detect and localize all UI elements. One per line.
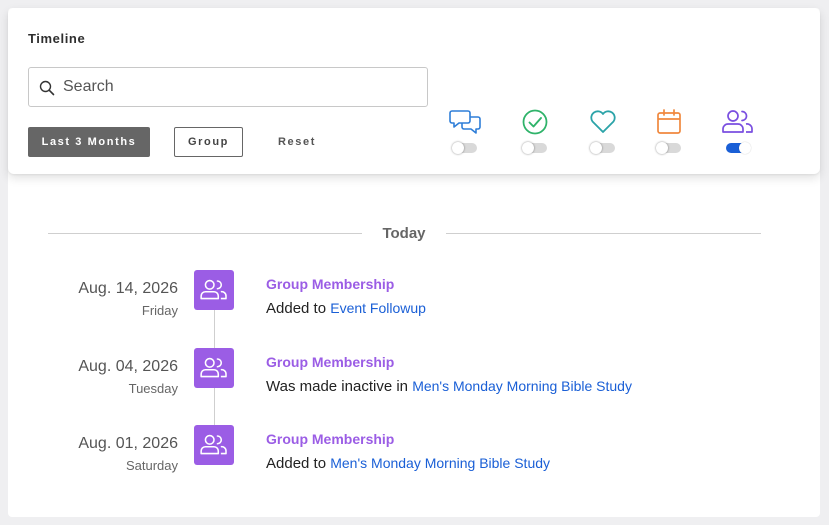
group-icon[interactable] — [721, 107, 755, 137]
entry-date-text: Aug. 04, 2026 — [78, 358, 178, 375]
entry-text: Was made inactive in — [266, 378, 409, 395]
chat-bubbles-icon[interactable] — [449, 107, 481, 137]
group-button[interactable]: Group — [174, 127, 243, 157]
entry-day-text: Tuesday — [128, 381, 178, 396]
reset-button[interactable]: Reset — [268, 127, 326, 157]
last-3-months-button[interactable]: Last 3 Months — [28, 127, 150, 157]
entry-day-text: Friday — [141, 303, 178, 318]
entry-group-link[interactable]: Men's Monday Morning Bible Study — [412, 378, 632, 394]
today-divider-label: Today — [382, 225, 426, 242]
entry-description: Added to Men's Monday Morning Bible Stud… — [266, 455, 550, 472]
entry-group-link[interactable]: Men's Monday Morning Bible Study — [330, 455, 550, 471]
events-toggle[interactable] — [656, 142, 681, 154]
entry-title: Group Membership — [266, 431, 395, 447]
tasks-toggle[interactable] — [522, 142, 547, 154]
timeline-title: Timeline — [28, 31, 86, 46]
filter-tasks — [515, 107, 555, 154]
filter-groups — [718, 107, 758, 154]
groups-toggle[interactable] — [726, 142, 751, 154]
search-icon — [39, 80, 55, 96]
filter-messages — [445, 107, 485, 154]
group-icon — [200, 279, 227, 300]
prayer-toggle[interactable] — [590, 142, 615, 154]
timeline-entry: Aug. 01, 2026 Saturday Group Membership … — [0, 425, 829, 495]
divider-line-left — [48, 233, 362, 234]
timeline-entry: Aug. 04, 2026 Tuesday Group Membership W… — [0, 348, 829, 418]
group-icon — [200, 434, 227, 455]
search-box — [28, 67, 428, 107]
entry-group-link[interactable]: Event Followup — [330, 300, 426, 316]
entry-text: Added to — [266, 300, 327, 317]
entry-day-text: Saturday — [125, 458, 178, 473]
divider-line-right — [446, 233, 761, 234]
entry-title: Group Membership — [266, 276, 395, 292]
group-membership-badge — [194, 425, 234, 465]
group-icon — [200, 357, 227, 378]
entry-description: Added to Event Followup — [266, 300, 426, 317]
entry-date-text: Aug. 01, 2026 — [78, 435, 178, 452]
entry-date: Aug. 01, 2026 Saturday — [78, 435, 178, 473]
entry-date: Aug. 14, 2026 Friday — [78, 280, 178, 318]
filter-events — [649, 107, 689, 154]
timeline-filter-panel: Timeline Last 3 Months Group Reset — [8, 8, 820, 174]
check-circle-icon[interactable] — [521, 107, 549, 137]
entry-title: Group Membership — [266, 354, 395, 370]
group-membership-badge — [194, 270, 234, 310]
calendar-icon[interactable] — [655, 107, 683, 137]
entry-date: Aug. 04, 2026 Tuesday — [78, 358, 178, 396]
heart-icon[interactable] — [589, 107, 617, 137]
group-membership-badge — [194, 348, 234, 388]
filter-prayer — [583, 107, 623, 154]
entry-text: Added to — [266, 455, 327, 472]
entry-date-text: Aug. 14, 2026 — [78, 280, 178, 297]
timeline-entry: Aug. 14, 2026 Friday Group Membership Ad… — [0, 270, 829, 340]
messages-toggle[interactable] — [452, 142, 477, 154]
search-input[interactable] — [63, 74, 413, 100]
entry-description: Was made inactive in Men's Monday Mornin… — [266, 378, 632, 395]
